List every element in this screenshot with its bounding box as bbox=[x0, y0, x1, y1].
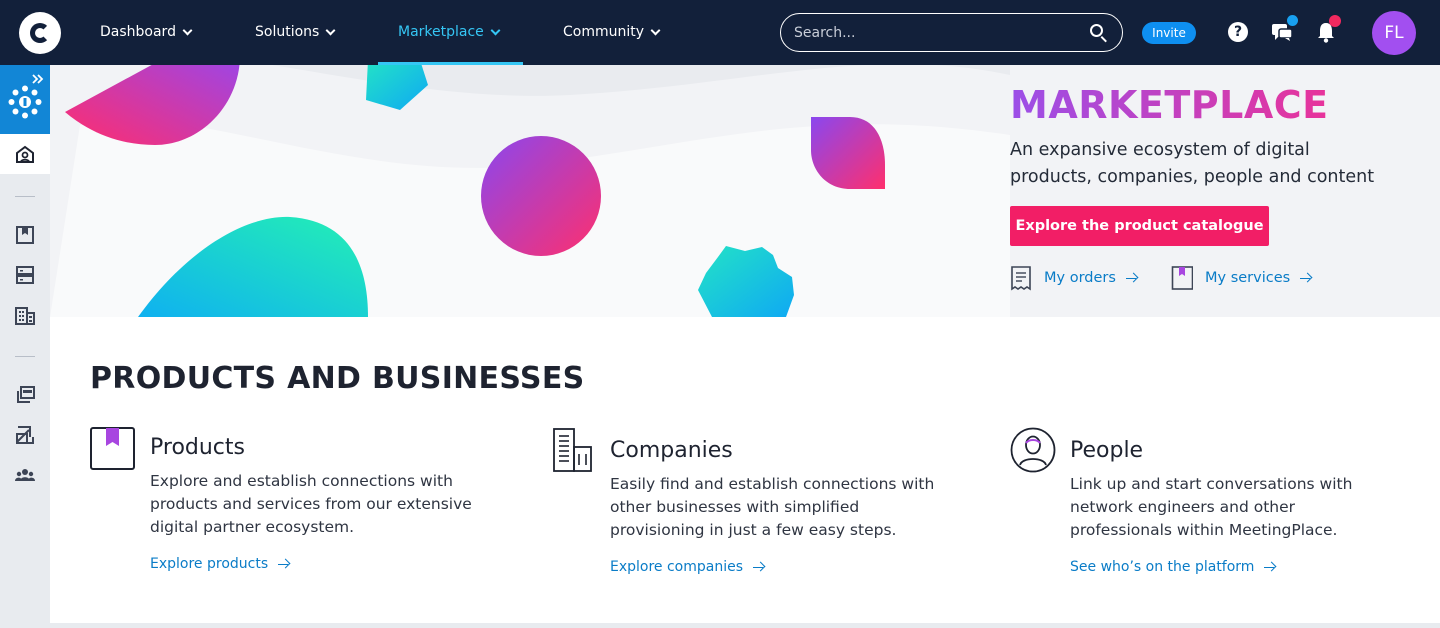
app-logo[interactable] bbox=[19, 12, 61, 54]
people-description: Link up and start conversations with net… bbox=[1070, 475, 1353, 539]
arrow-right-icon bbox=[278, 559, 289, 570]
storefront-icon bbox=[16, 145, 34, 163]
nav-solutions-label: Solutions bbox=[255, 24, 320, 40]
nav-dashboard-label: Dashboard bbox=[100, 24, 176, 40]
left-sidebar bbox=[0, 65, 50, 628]
invite-button[interactable]: Invite bbox=[1142, 22, 1196, 44]
hero-decorative-shapes bbox=[50, 65, 1010, 317]
my-orders-link[interactable]: My orders bbox=[1010, 265, 1137, 291]
explore-products-label: Explore products bbox=[150, 556, 269, 572]
chevron-down-icon bbox=[490, 25, 501, 35]
nav-marketplace[interactable]: Marketplace bbox=[398, 0, 501, 65]
platform-logo-icon bbox=[8, 85, 42, 119]
top-navigation-bar: Dashboard Solutions Marketplace Communit… bbox=[0, 0, 1440, 65]
gallery-icon[interactable] bbox=[15, 385, 35, 405]
chevron-down-icon bbox=[325, 25, 336, 35]
nav-dashboard[interactable]: Dashboard bbox=[100, 0, 193, 65]
arrow-right-icon bbox=[1264, 562, 1275, 573]
chevron-down-icon bbox=[650, 25, 661, 35]
section-title: PRODUCTS AND BUSINESSES bbox=[90, 361, 585, 396]
explore-companies-link[interactable]: Explore companies bbox=[610, 559, 764, 575]
sidebar-divider bbox=[15, 196, 35, 197]
products-title: Products bbox=[150, 435, 245, 460]
nav-marketplace-label: Marketplace bbox=[398, 24, 484, 40]
building-icon[interactable] bbox=[15, 305, 35, 325]
hero-description: An expansive ecosystem of digital produc… bbox=[1010, 140, 1375, 187]
my-orders-label: My orders bbox=[1044, 270, 1116, 286]
my-services-link[interactable]: My services bbox=[1171, 265, 1311, 291]
explore-products-link[interactable]: Explore products bbox=[150, 556, 289, 572]
search-box bbox=[780, 13, 1123, 52]
users-group-icon[interactable] bbox=[15, 465, 35, 485]
see-platform-people-label: See who’s on the platform bbox=[1070, 559, 1255, 575]
notification-dot bbox=[1329, 15, 1341, 27]
search-icon[interactable] bbox=[1089, 23, 1109, 43]
explore-catalogue-button[interactable]: Explore the product catalogue bbox=[1010, 206, 1269, 246]
help-icon[interactable]: ? bbox=[1228, 22, 1248, 42]
sidebar-divider bbox=[15, 356, 35, 357]
user-avatar[interactable]: FL bbox=[1372, 11, 1416, 55]
hero-title: MARKETPLACE bbox=[1010, 83, 1329, 127]
logo-mark bbox=[30, 23, 50, 43]
building-icon bbox=[553, 428, 592, 472]
companies-description: Easily find and establish connections wi… bbox=[610, 475, 935, 539]
expand-sidebar-icon[interactable] bbox=[32, 74, 44, 84]
sidebar-item-marketplace-home[interactable] bbox=[0, 134, 50, 174]
arrow-right-icon bbox=[1125, 273, 1137, 284]
products-and-businesses-section: PRODUCTS AND BUSINESSES Products Explore… bbox=[50, 317, 1440, 623]
sidebar-header bbox=[0, 65, 50, 134]
person-icon bbox=[1010, 427, 1056, 473]
search-input[interactable] bbox=[794, 24, 1089, 41]
see-platform-people-link[interactable]: See who’s on the platform bbox=[1070, 559, 1275, 575]
marketplace-hero-banner: MARKETPLACE An expansive ecosystem of di… bbox=[50, 65, 1440, 317]
my-services-label: My services bbox=[1205, 270, 1291, 286]
chevron-down-icon bbox=[182, 25, 193, 35]
document-link-icon[interactable] bbox=[15, 425, 35, 445]
products-description: Explore and establish connections with p… bbox=[150, 472, 472, 536]
arrow-right-icon bbox=[753, 562, 764, 573]
bookmark-icon[interactable] bbox=[15, 225, 35, 245]
server-icon[interactable] bbox=[15, 265, 35, 285]
explore-companies-label: Explore companies bbox=[610, 559, 744, 575]
bookmark-icon bbox=[90, 427, 135, 470]
bookmark-icon bbox=[1171, 266, 1193, 290]
receipt-icon bbox=[1011, 266, 1031, 291]
nav-community-label: Community bbox=[563, 24, 645, 40]
companies-title: Companies bbox=[610, 438, 733, 463]
nav-solutions[interactable]: Solutions bbox=[255, 0, 336, 65]
arrow-right-icon bbox=[1300, 273, 1311, 284]
nav-community[interactable]: Community bbox=[563, 0, 661, 65]
chat-notification-dot bbox=[1287, 15, 1298, 26]
people-title: People bbox=[1070, 438, 1144, 463]
